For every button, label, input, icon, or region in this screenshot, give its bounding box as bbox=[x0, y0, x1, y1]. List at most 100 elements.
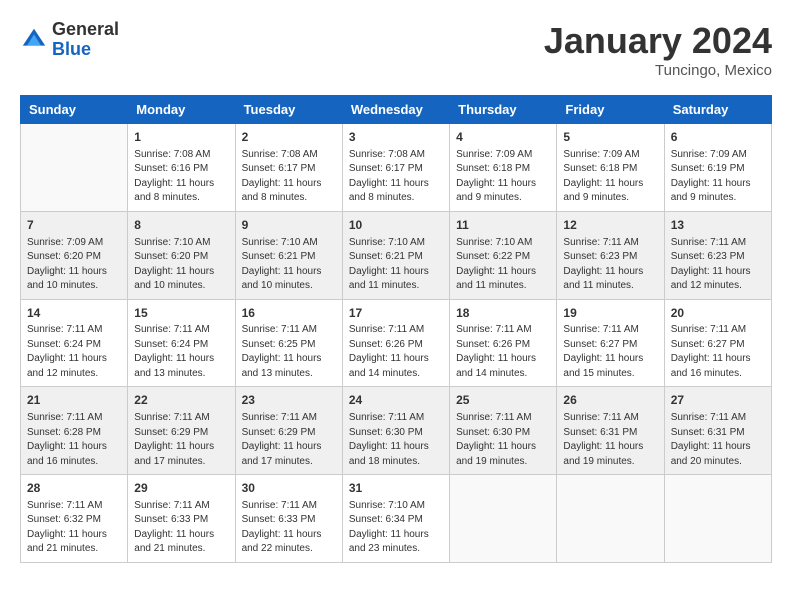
day-number: 1 bbox=[134, 129, 228, 146]
location: Tuncingo, Mexico bbox=[544, 62, 772, 79]
page-header: General Blue January 2024 Tuncingo, Mexi… bbox=[20, 20, 772, 79]
day-info: Sunrise: 7:11 AMSunset: 6:33 PMDaylight:… bbox=[242, 499, 336, 557]
day-header-thursday: Thursday bbox=[450, 96, 557, 124]
day-info: Sunrise: 7:11 AMSunset: 6:23 PMDaylight:… bbox=[671, 236, 765, 294]
calendar-cell: 22Sunrise: 7:11 AMSunset: 6:29 PMDayligh… bbox=[128, 387, 235, 475]
calendar-week-row: 7 Sunrise: 7:09 AMSunset: 6:20 PMDaylight… bbox=[21, 211, 772, 299]
day-info: Sunrise: 7:09 AMSunset: 6:20 PMDaylight:… bbox=[27, 236, 121, 294]
day-number: 18 bbox=[456, 305, 550, 322]
calendar: SundayMondayTuesdayWednesdayThursdayFrid… bbox=[20, 95, 772, 563]
day-info: Sunrise: 7:11 AMSunset: 6:30 PMDaylight:… bbox=[456, 411, 550, 469]
day-number: 25 bbox=[456, 392, 550, 409]
day-info: Sunrise: 7:11 AMSunset: 6:29 PMDaylight:… bbox=[134, 411, 228, 469]
day-info: Sunrise: 7:11 AMSunset: 6:31 PMDaylight:… bbox=[563, 411, 657, 469]
calendar-week-row: 28Sunrise: 7:11 AMSunset: 6:32 PMDayligh… bbox=[21, 475, 772, 563]
day-info: Sunrise: 7:11 AMSunset: 6:29 PMDaylight:… bbox=[242, 411, 336, 469]
day-info: Sunrise: 7:10 AMSunset: 6:21 PMDaylight:… bbox=[242, 236, 336, 294]
calendar-cell: 16Sunrise: 7:11 AMSunset: 6:25 PMDayligh… bbox=[235, 299, 342, 387]
day-info: Sunrise: 7:11 AMSunset: 6:26 PMDaylight:… bbox=[456, 323, 550, 381]
calendar-cell: 14Sunrise: 7:11 AMSunset: 6:24 PMDayligh… bbox=[21, 299, 128, 387]
day-info: Sunrise: 7:11 AMSunset: 6:24 PMDaylight:… bbox=[134, 323, 228, 381]
calendar-cell: 30 Sunrise: 7:11 AMSunset: 6:33 PMDayligh… bbox=[235, 475, 342, 563]
calendar-header-row: SundayMondayTuesdayWednesdayThursdayFrid… bbox=[21, 96, 772, 124]
day-info: Sunrise: 7:09 AMSunset: 6:19 PMDaylight:… bbox=[671, 148, 765, 206]
calendar-cell: 23 Sunrise: 7:11 AMSunset: 6:29 PMDayligh… bbox=[235, 387, 342, 475]
calendar-cell: 5 Sunrise: 7:09 AMSunset: 6:18 PMDaylight… bbox=[557, 124, 664, 212]
day-info: Sunrise: 7:11 AMSunset: 6:31 PMDaylight:… bbox=[671, 411, 765, 469]
calendar-cell bbox=[21, 124, 128, 212]
day-header-friday: Friday bbox=[557, 96, 664, 124]
day-info: Sunrise: 7:11 AMSunset: 6:33 PMDaylight:… bbox=[134, 499, 228, 557]
calendar-cell: 2 Sunrise: 7:08 AMSunset: 6:17 PMDaylight… bbox=[235, 124, 342, 212]
day-info: Sunrise: 7:09 AMSunset: 6:18 PMDaylight:… bbox=[563, 148, 657, 206]
month-title: January 2024 bbox=[544, 20, 772, 62]
day-info: Sunrise: 7:10 AMSunset: 6:20 PMDaylight:… bbox=[134, 236, 228, 294]
day-number: 5 bbox=[563, 129, 657, 146]
day-number: 17 bbox=[349, 305, 443, 322]
day-number: 4 bbox=[456, 129, 550, 146]
day-header-tuesday: Tuesday bbox=[235, 96, 342, 124]
day-header-sunday: Sunday bbox=[21, 96, 128, 124]
calendar-cell: 4 Sunrise: 7:09 AMSunset: 6:18 PMDaylight… bbox=[450, 124, 557, 212]
day-number: 10 bbox=[349, 217, 443, 234]
day-number: 16 bbox=[242, 305, 336, 322]
day-info: Sunrise: 7:11 AMSunset: 6:30 PMDaylight:… bbox=[349, 411, 443, 469]
calendar-cell: 1Sunrise: 7:08 AMSunset: 6:16 PMDaylight… bbox=[128, 124, 235, 212]
calendar-week-row: 14Sunrise: 7:11 AMSunset: 6:24 PMDayligh… bbox=[21, 299, 772, 387]
day-info: Sunrise: 7:10 AMSunset: 6:34 PMDaylight:… bbox=[349, 499, 443, 557]
day-number: 3 bbox=[349, 129, 443, 146]
calendar-week-row: 1Sunrise: 7:08 AMSunset: 6:16 PMDaylight… bbox=[21, 124, 772, 212]
calendar-cell: 24 Sunrise: 7:11 AMSunset: 6:30 PMDayligh… bbox=[342, 387, 449, 475]
day-number: 26 bbox=[563, 392, 657, 409]
day-info: Sunrise: 7:11 AMSunset: 6:23 PMDaylight:… bbox=[563, 236, 657, 294]
day-info: Sunrise: 7:08 AMSunset: 6:17 PMDaylight:… bbox=[349, 148, 443, 206]
day-number: 29 bbox=[134, 480, 228, 497]
logo-text: General Blue bbox=[52, 20, 119, 60]
logo-general-text: General bbox=[52, 20, 119, 40]
calendar-cell: 21Sunrise: 7:11 AMSunset: 6:28 PMDayligh… bbox=[21, 387, 128, 475]
day-number: 15 bbox=[134, 305, 228, 322]
calendar-cell: 31 Sunrise: 7:10 AMSunset: 6:34 PMDayligh… bbox=[342, 475, 449, 563]
day-info: Sunrise: 7:11 AMSunset: 6:24 PMDaylight:… bbox=[27, 323, 121, 381]
calendar-cell: 9 Sunrise: 7:10 AMSunset: 6:21 PMDaylight… bbox=[235, 211, 342, 299]
calendar-week-row: 21Sunrise: 7:11 AMSunset: 6:28 PMDayligh… bbox=[21, 387, 772, 475]
day-info: Sunrise: 7:11 AMSunset: 6:26 PMDaylight:… bbox=[349, 323, 443, 381]
day-number: 23 bbox=[242, 392, 336, 409]
calendar-cell bbox=[557, 475, 664, 563]
day-number: 27 bbox=[671, 392, 765, 409]
calendar-cell: 18Sunrise: 7:11 AMSunset: 6:26 PMDayligh… bbox=[450, 299, 557, 387]
day-info: Sunrise: 7:09 AMSunset: 6:18 PMDaylight:… bbox=[456, 148, 550, 206]
calendar-cell: 11Sunrise: 7:10 AMSunset: 6:22 PMDayligh… bbox=[450, 211, 557, 299]
day-number: 9 bbox=[242, 217, 336, 234]
day-header-wednesday: Wednesday bbox=[342, 96, 449, 124]
calendar-cell bbox=[450, 475, 557, 563]
calendar-cell: 7 Sunrise: 7:09 AMSunset: 6:20 PMDaylight… bbox=[21, 211, 128, 299]
day-info: Sunrise: 7:11 AMSunset: 6:27 PMDaylight:… bbox=[671, 323, 765, 381]
calendar-cell: 17Sunrise: 7:11 AMSunset: 6:26 PMDayligh… bbox=[342, 299, 449, 387]
day-number: 20 bbox=[671, 305, 765, 322]
logo-icon bbox=[20, 26, 48, 54]
day-info: Sunrise: 7:11 AMSunset: 6:27 PMDaylight:… bbox=[563, 323, 657, 381]
day-number: 12 bbox=[563, 217, 657, 234]
day-number: 31 bbox=[349, 480, 443, 497]
day-number: 8 bbox=[134, 217, 228, 234]
day-number: 13 bbox=[671, 217, 765, 234]
calendar-cell: 10Sunrise: 7:10 AMSunset: 6:21 PMDayligh… bbox=[342, 211, 449, 299]
calendar-cell: 27 Sunrise: 7:11 AMSunset: 6:31 PMDayligh… bbox=[664, 387, 771, 475]
calendar-cell: 13 Sunrise: 7:11 AMSunset: 6:23 PMDayligh… bbox=[664, 211, 771, 299]
day-number: 24 bbox=[349, 392, 443, 409]
day-number: 30 bbox=[242, 480, 336, 497]
calendar-cell: 3 Sunrise: 7:08 AMSunset: 6:17 PMDaylight… bbox=[342, 124, 449, 212]
title-block: January 2024 Tuncingo, Mexico bbox=[544, 20, 772, 79]
day-header-monday: Monday bbox=[128, 96, 235, 124]
calendar-cell: 12 Sunrise: 7:11 AMSunset: 6:23 PMDayligh… bbox=[557, 211, 664, 299]
calendar-cell: 28Sunrise: 7:11 AMSunset: 6:32 PMDayligh… bbox=[21, 475, 128, 563]
calendar-cell: 6Sunrise: 7:09 AMSunset: 6:19 PMDaylight… bbox=[664, 124, 771, 212]
day-info: Sunrise: 7:08 AMSunset: 6:17 PMDaylight:… bbox=[242, 148, 336, 206]
day-number: 14 bbox=[27, 305, 121, 322]
day-number: 2 bbox=[242, 129, 336, 146]
day-number: 21 bbox=[27, 392, 121, 409]
calendar-cell bbox=[664, 475, 771, 563]
logo-blue-text: Blue bbox=[52, 40, 119, 60]
day-number: 7 bbox=[27, 217, 121, 234]
